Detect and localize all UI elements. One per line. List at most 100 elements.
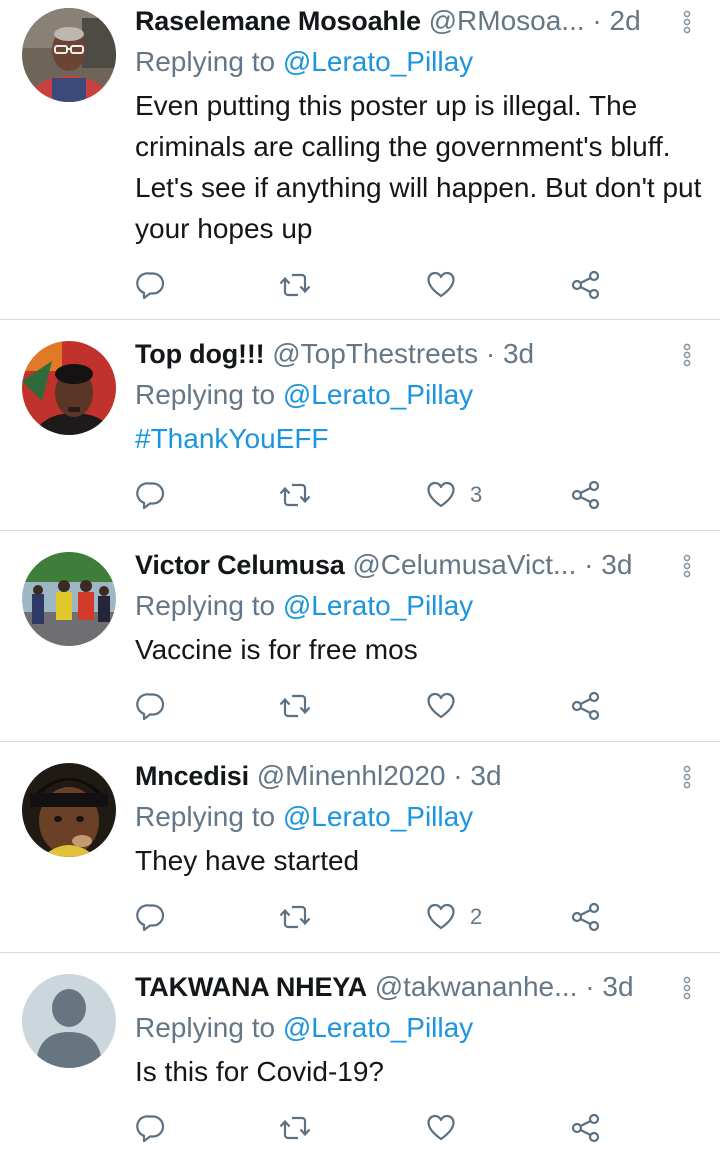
- default-profile-icon: [22, 974, 116, 1068]
- hashtag-link[interactable]: #ThankYouEFF: [135, 418, 705, 459]
- replying-to-line: Replying to @Lerato_Pillay: [135, 797, 473, 837]
- separator-dot: ·: [585, 971, 595, 1002]
- retweet-button[interactable]: [278, 1108, 312, 1148]
- display-name[interactable]: Top dog!!!: [135, 339, 265, 369]
- reply-icon: [136, 1115, 165, 1143]
- reply-mention-link[interactable]: @Lerato_Pillay: [283, 46, 473, 77]
- tweet-header: TAKWANA NHEYA @takwananhe... · 3d: [135, 967, 650, 1007]
- like-button[interactable]: 2: [426, 897, 482, 937]
- share-button[interactable]: [570, 897, 602, 937]
- tweet[interactable]: Raselemane Mosoahle @RMosoa... · 2d Repl…: [0, 0, 720, 320]
- timestamp[interactable]: 3d: [602, 971, 633, 1002]
- retweet-button[interactable]: [278, 686, 312, 726]
- reply-mention-link[interactable]: @Lerato_Pillay: [283, 379, 473, 410]
- avatar[interactable]: [22, 341, 116, 435]
- avatar[interactable]: [22, 552, 116, 646]
- share-button[interactable]: [570, 1108, 602, 1148]
- avatar[interactable]: [22, 974, 116, 1068]
- share-icon: [571, 480, 600, 510]
- share-button[interactable]: [570, 686, 602, 726]
- replying-to-line: Replying to @Lerato_Pillay: [135, 586, 473, 626]
- avatar-photo-icon: [22, 552, 116, 646]
- retweet-icon: [279, 694, 311, 718]
- avatar[interactable]: [22, 763, 116, 857]
- user-handle[interactable]: @CelumusaVict...: [352, 549, 576, 580]
- tweet-actions: [0, 686, 720, 726]
- share-button[interactable]: [570, 265, 602, 305]
- reply-icon: [136, 693, 165, 721]
- avatar[interactable]: [22, 8, 116, 102]
- like-button[interactable]: [426, 686, 470, 726]
- timestamp[interactable]: 3d: [601, 549, 632, 580]
- reply-button[interactable]: [136, 1108, 166, 1148]
- avatar-photo-icon: [22, 8, 116, 102]
- reply-button[interactable]: [136, 897, 166, 937]
- tweet-header: Victor Celumusa @CelumusaVict... · 3d: [135, 545, 650, 585]
- like-count: 2: [470, 904, 483, 929]
- tweet[interactable]: TAKWANA NHEYA @takwananhe... · 3d Replyi…: [0, 966, 720, 1162]
- retweet-icon: [279, 905, 311, 929]
- retweet-button[interactable]: [278, 265, 312, 305]
- replying-to-label: Replying to: [135, 46, 276, 77]
- share-icon: [571, 270, 600, 300]
- more-options-icon[interactable]: [682, 976, 692, 1000]
- display-name[interactable]: Raselemane Mosoahle: [135, 6, 421, 36]
- user-handle[interactable]: @TopThestreets: [272, 338, 478, 369]
- retweet-button[interactable]: [278, 475, 312, 515]
- share-button[interactable]: [570, 475, 602, 515]
- display-name[interactable]: Mncedisi: [135, 761, 249, 791]
- timestamp[interactable]: 2d: [610, 5, 641, 36]
- display-name[interactable]: TAKWANA NHEYA: [135, 972, 367, 1002]
- user-handle[interactable]: @takwananhe...: [375, 971, 578, 1002]
- tweet[interactable]: Victor Celumusa @CelumusaVict... · 3d Re…: [0, 544, 720, 742]
- like-button[interactable]: [426, 265, 470, 305]
- replying-to-line: Replying to @Lerato_Pillay: [135, 375, 473, 415]
- like-button[interactable]: 3: [426, 475, 482, 515]
- reply-mention-link[interactable]: @Lerato_Pillay: [283, 801, 473, 832]
- tweet-header: Raselemane Mosoahle @RMosoa... · 2d: [135, 1, 650, 41]
- reply-icon: [136, 482, 165, 510]
- separator-dot: ·: [453, 760, 463, 791]
- tweet-text: They have started: [135, 845, 360, 876]
- avatar-photo-icon: [22, 341, 116, 435]
- reply-button[interactable]: [136, 265, 166, 305]
- timestamp[interactable]: 3d: [470, 760, 501, 791]
- tweet[interactable]: Top dog!!! @TopThestreets · 3d Replying …: [0, 333, 720, 531]
- tweet-actions: [0, 265, 720, 305]
- like-count: 3: [470, 482, 483, 507]
- more-options-icon[interactable]: [682, 10, 692, 34]
- reply-button[interactable]: [136, 475, 166, 515]
- share-icon: [571, 1113, 600, 1143]
- more-options-icon[interactable]: [682, 765, 692, 789]
- replying-to-label: Replying to: [135, 379, 276, 410]
- more-options-icon[interactable]: [682, 554, 692, 578]
- share-icon: [571, 902, 600, 932]
- tweet-header: Mncedisi @Minenhl2020 · 3d: [135, 756, 650, 796]
- display-name[interactable]: Victor Celumusa: [135, 550, 345, 580]
- heart-icon: [427, 271, 455, 298]
- avatar-photo-icon: [22, 763, 116, 857]
- user-handle[interactable]: @RMosoa...: [429, 5, 585, 36]
- reply-mention-link[interactable]: @Lerato_Pillay: [283, 590, 473, 621]
- more-options-icon[interactable]: [682, 343, 692, 367]
- separator-dot: ·: [592, 5, 602, 36]
- divider: [0, 741, 720, 742]
- like-button[interactable]: [426, 1108, 470, 1148]
- retweet-icon: [279, 483, 311, 507]
- reply-button[interactable]: [136, 686, 166, 726]
- retweet-icon: [279, 273, 311, 297]
- retweet-icon: [279, 1116, 311, 1140]
- share-icon: [571, 691, 600, 721]
- retweet-button[interactable]: [278, 897, 312, 937]
- reply-mention-link[interactable]: @Lerato_Pillay: [283, 1012, 473, 1043]
- tweet[interactable]: Mncedisi @Minenhl2020 · 3d Replying to @…: [0, 755, 720, 953]
- heart-icon: [427, 481, 455, 508]
- timestamp[interactable]: 3d: [503, 338, 534, 369]
- heart-icon: [427, 692, 455, 719]
- separator-dot: ·: [485, 338, 496, 369]
- reply-feed: Raselemane Mosoahle @RMosoa... · 2d Repl…: [0, 0, 720, 1162]
- user-handle[interactable]: @Minenhl2020: [257, 760, 446, 791]
- tweet-actions: [0, 1108, 720, 1148]
- replying-to-line: Replying to @Lerato_Pillay: [135, 1008, 473, 1048]
- reply-icon: [136, 904, 165, 932]
